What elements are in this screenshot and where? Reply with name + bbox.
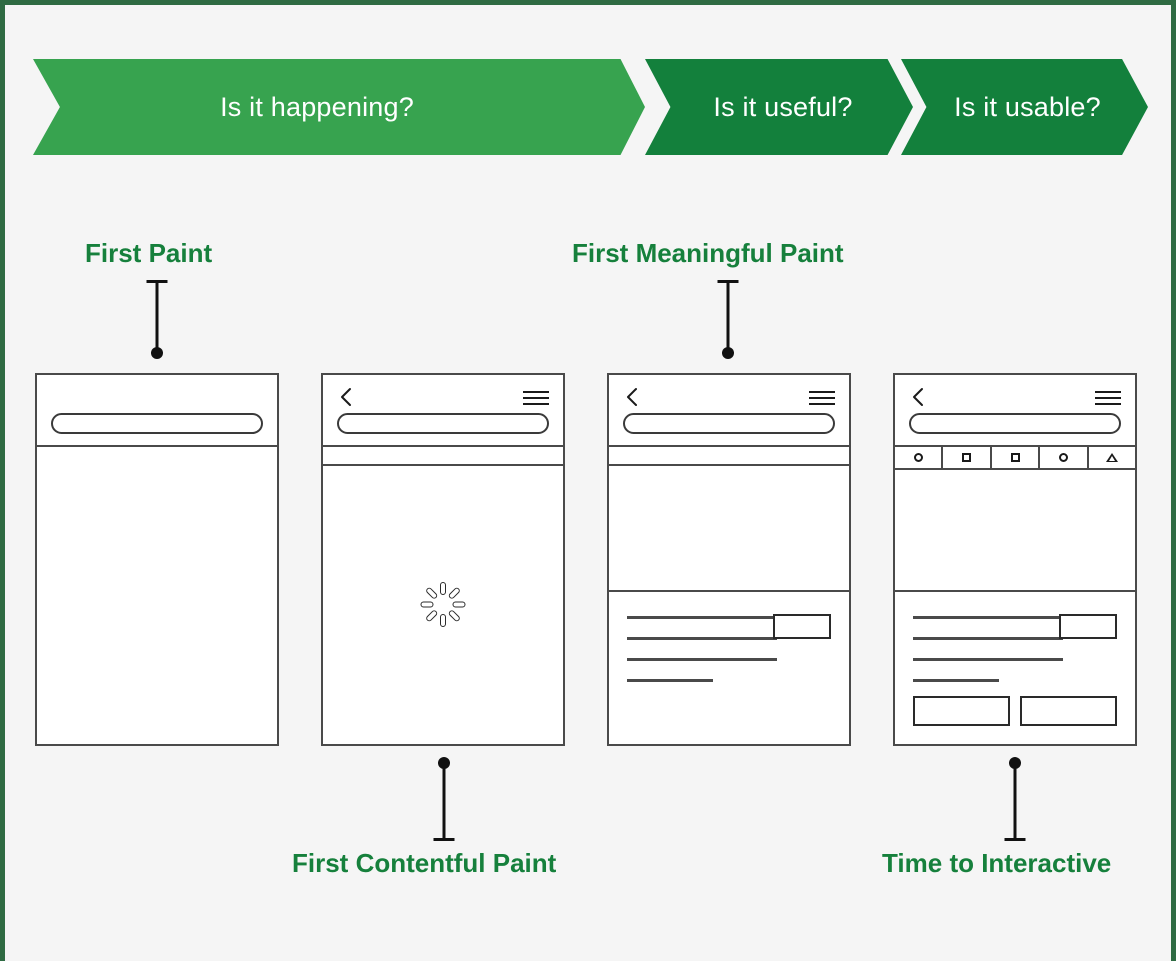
loading-spinner-icon: [420, 581, 466, 627]
chevron-left-icon[interactable]: [909, 385, 927, 409]
spinner-spoke: [447, 608, 462, 623]
metric-label-first-meaningful-paint: First Meaningful Paint: [572, 238, 844, 268]
spinner-spoke: [424, 608, 439, 623]
thumbnail-placeholder: [1059, 614, 1117, 639]
text-line: [913, 637, 1063, 640]
phone-mockup-first-paint: [35, 373, 279, 746]
phone-mockup-first-meaningful-paint: [607, 373, 851, 746]
connector-stem: [155, 282, 158, 352]
browser-chrome: [895, 375, 1135, 447]
text-line: [913, 679, 999, 682]
text-line: [913, 616, 1063, 619]
content-section: [895, 592, 1135, 740]
connector-stem: [726, 282, 729, 352]
text-line: [627, 658, 777, 661]
hamburger-bar: [809, 403, 835, 405]
metric-label-first-contentful-paint: First Contentful Paint: [292, 848, 557, 878]
connector-cap: [433, 838, 454, 841]
hamburger-bar: [1095, 403, 1121, 405]
hero-placeholder: [895, 470, 1135, 592]
stage-label: Is it happening?: [220, 91, 414, 122]
hamburger-bar: [523, 403, 549, 405]
hamburger-bar: [523, 397, 549, 399]
toolbar-item-1[interactable]: [895, 447, 944, 468]
action-button-left[interactable]: [913, 696, 1010, 726]
spinner-spoke: [440, 613, 446, 627]
spinner-spoke: [440, 581, 446, 595]
toolbar-item-3[interactable]: [992, 447, 1041, 468]
stage-chevron-is-it-usable[interactable]: Is it usable?: [901, 59, 1148, 155]
chevron-left-icon[interactable]: [337, 385, 355, 409]
text-line: [627, 637, 777, 640]
connector-first-contentful-paint: [433, 757, 454, 841]
toolbar-item-4[interactable]: [1040, 447, 1089, 468]
hamburger-bar: [809, 391, 835, 393]
stage-chevron-is-it-useful[interactable]: Is it useful?: [645, 59, 913, 155]
metric-label-time-to-interactive: Time to Interactive: [882, 848, 1112, 878]
stage-label: Is it useful?: [713, 91, 853, 122]
spinner-spoke: [420, 601, 434, 607]
connector-time-to-interactive: [1004, 757, 1025, 841]
secondary-bar: [323, 447, 563, 466]
connector-stem: [1013, 764, 1016, 839]
connector-dot: [721, 347, 734, 359]
text-line: [627, 679, 713, 682]
address-bar[interactable]: [909, 413, 1121, 434]
hamburger-menu-icon[interactable]: [1095, 391, 1121, 405]
action-button-row: [913, 696, 1117, 726]
secondary-bar: [609, 447, 849, 466]
text-placeholder-lines: [627, 616, 777, 682]
hero-placeholder: [609, 466, 849, 592]
action-button-right[interactable]: [1020, 696, 1117, 726]
address-bar[interactable]: [623, 413, 835, 434]
square-icon: [1010, 453, 1020, 462]
connector-stem: [442, 764, 445, 839]
connector-first-meaningful-paint: [717, 280, 738, 359]
thumbnail-placeholder: [773, 614, 831, 639]
page-viewport: [323, 466, 563, 742]
stage-chevron-is-it-happening[interactable]: Is it happening?: [33, 59, 645, 155]
browser-chrome: [323, 375, 563, 447]
address-bar[interactable]: [51, 413, 263, 434]
connector-dot: [150, 347, 163, 359]
toolbar-item-2[interactable]: [943, 447, 992, 468]
hamburger-menu-icon[interactable]: [809, 391, 835, 405]
connector-cap: [1004, 838, 1025, 841]
browser-chrome: [609, 375, 849, 447]
performance-stages-banner: Is it happening? Is it useful? Is it usa…: [33, 59, 1148, 155]
app-icon-toolbar: [895, 447, 1135, 470]
square-icon: [962, 453, 972, 462]
phone-mockup-first-contentful-paint: [321, 373, 565, 746]
phone-mockup-time-to-interactive: [893, 373, 1137, 746]
text-placeholder-lines: [913, 616, 1063, 682]
page-frame: Is it happening? Is it useful? Is it usa…: [0, 0, 1176, 961]
circle-icon: [1058, 453, 1068, 462]
hamburger-bar: [1095, 397, 1121, 399]
browser-chrome: [37, 375, 277, 447]
page-viewport: [37, 447, 277, 744]
hamburger-bar: [1095, 391, 1121, 393]
spinner-spoke: [424, 585, 439, 600]
text-line: [913, 658, 1063, 661]
toolbar-item-5[interactable]: [1089, 447, 1135, 468]
text-line: [627, 616, 777, 619]
triangle-icon: [1105, 453, 1118, 462]
spinner-spoke: [452, 601, 466, 607]
metric-label-first-paint: First Paint: [85, 238, 213, 268]
hamburger-bar: [523, 391, 549, 393]
connector-first-paint: [146, 280, 167, 359]
hamburger-bar: [809, 397, 835, 399]
address-bar[interactable]: [337, 413, 549, 434]
hamburger-menu-icon[interactable]: [523, 391, 549, 405]
spinner-spoke: [447, 585, 462, 600]
stage-label: Is it usable?: [954, 91, 1101, 122]
chevron-left-icon[interactable]: [623, 385, 641, 409]
circle-icon: [913, 453, 923, 462]
content-section: [609, 592, 849, 740]
